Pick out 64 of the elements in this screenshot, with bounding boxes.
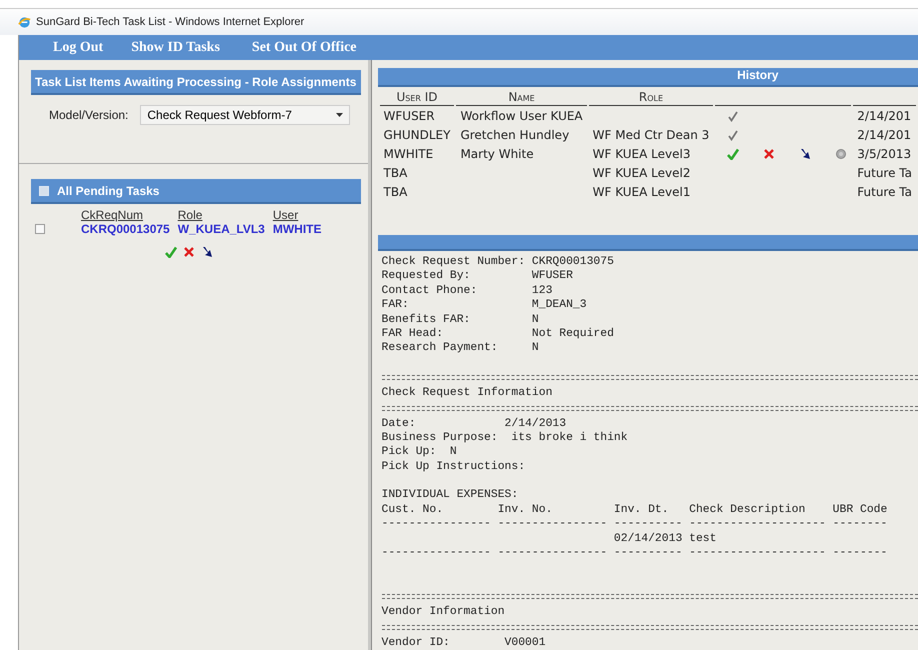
cross-icon[interactable] [183,246,195,258]
column-header: Name [456,89,587,106]
report-line: FAR Head: Not Required [382,326,615,342]
table-cell-text: 2/14/201 [856,108,912,125]
column-header: Role [588,89,714,106]
task-link[interactable]: W_KUEA_LVL3 [178,222,265,236]
report-line: 02/14/2013 test [612,532,718,546]
panel-header: Task List Items Awaiting Processing - Role Assignments [31,70,361,95]
table-cell-text: Marty White [459,146,535,163]
report-line: INDIVIDUAL EXPENSES: [382,488,520,503]
check-icon[interactable] [165,246,177,258]
report-line: Business Purpose: its broke i think [382,430,629,446]
report-line: Check Request Number: CKRQ00013075 [382,255,615,270]
select-all-checkbox[interactable] [39,186,49,196]
table-cell-text: TBA [382,164,408,182]
check-icon [727,128,740,141]
report-line: Vendor Information [382,605,506,620]
report-line: Check Request Information [382,386,554,401]
table-cell-text: WF KUEA Level2 [592,164,692,182]
circle-icon[interactable] [835,148,848,160]
report-line: Contact Phone: 123 [382,284,554,298]
table-cell-text: Workflow User KUEA [459,108,584,125]
check-icon [727,110,740,122]
report-line: Research Payment: N [382,341,540,356]
report-line: FAR: M_DEAN_3 [382,298,588,313]
report-line: Pick Up Instructions: [382,460,526,474]
model-dropdown[interactable]: Check Request Webform-7 [140,105,350,125]
column-header[interactable]: CkReqNum [81,208,170,222]
table-cell-text: WF KUEA Level3 [592,146,692,163]
report-line: ---------------- ---------------- ---------- -------------------- -------- [382,517,888,532]
column-header[interactable]: User [272,208,322,222]
field-label: Model/Version: [49,108,128,122]
cross-icon[interactable] [763,148,776,160]
report-line: ---------------- ---------------- ---------- -------------------- -------- [382,546,888,560]
table-cell-text: 2/14/201 [856,126,912,144]
table-cell-text: GHUNDLEY [382,126,452,144]
column-header[interactable]: Role [178,208,265,222]
report-line: Cust. No. Inv. No. Inv. Dt. Check Description UBR Code [382,502,888,518]
check-icon[interactable] [727,148,740,160]
table-cell-text: WF KUEA Level1 [592,184,692,201]
report-line: Date: 2/14/2013 [382,416,568,431]
table-cell-text: WFUSER [382,108,436,125]
row-checkbox[interactable] [35,224,45,234]
table-cell-text: 3/5/2013 [856,146,912,163]
arrow-icon[interactable] [799,148,812,160]
table-cell-text: TBA [382,184,408,201]
report-line: Benefits FAR: N [382,312,540,327]
table-cell-text: MWHITE [382,146,434,163]
table-cell-text: WF Med Ctr Dean 3 [592,126,710,144]
history-header: History [378,68,918,88]
report-line: Requested By: WFUSER [382,269,574,284]
arrow-icon[interactable] [201,246,213,258]
table-cell-text: Gretchen Hundley [459,126,570,144]
report-line: Pick Up: N [382,445,458,460]
task-link[interactable]: MWHITE [272,222,322,236]
column-header: User ID [380,89,454,106]
browser-icon [18,16,31,28]
task-link[interactable]: CKRQ00013075 [81,222,170,236]
window-title: SunGard Bi-Tech Task List - Windows Internet Explorer [36,16,304,28]
panel-title: All Pending Tasks [57,184,160,198]
report-line: Vendor ID: V00001 [382,636,547,650]
table-cell-text: Future Ta [856,164,913,182]
caret-icon [336,113,344,117]
table-cell-text: Future Ta [856,184,913,201]
